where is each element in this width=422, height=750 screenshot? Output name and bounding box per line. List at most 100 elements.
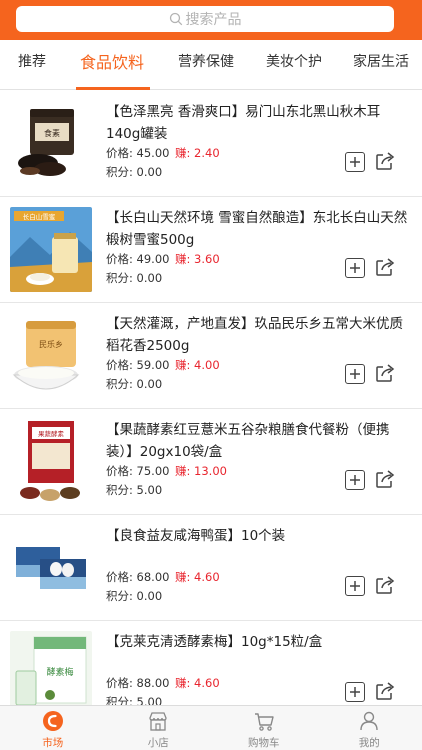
- product-points-row: 积分: 0.00: [106, 164, 162, 180]
- product-points: 0.00: [136, 271, 163, 285]
- product-earn-value: 4.00: [194, 358, 220, 372]
- product-title[interactable]: 【果蔬酵素红豆薏米五谷杂粮膳食代餐粉（便携装）】20gx10袋/盒: [106, 419, 412, 463]
- product-earn: 赚: 4.60: [175, 569, 220, 585]
- product-price: 68.00: [136, 570, 170, 584]
- add-to-cart-button[interactable]: [345, 152, 365, 172]
- product-thumb-text: 果蔬酵素: [38, 429, 65, 438]
- nav-cart[interactable]: 购物车: [211, 706, 317, 750]
- price-label: 价格:: [106, 252, 133, 266]
- product-points-row: 积分: 0.00: [106, 270, 162, 286]
- product-title[interactable]: 【长白山天然环境 雪蜜自然酿造】东北长白山天然椴树雪蜜500g: [106, 207, 412, 251]
- product-points: 5.00: [136, 483, 163, 497]
- product-points-row: 积分: 0.00: [106, 376, 162, 392]
- product-price: 88.00: [136, 676, 170, 690]
- product-thumb-text: 酵素梅: [46, 666, 73, 678]
- points-label: 积分:: [106, 483, 133, 497]
- tab-food-drink[interactable]: 食品饮料: [80, 40, 144, 89]
- product-title[interactable]: 【天然灌溉，产地直发】玖品民乐乡五常大米优质稻花香2500g: [106, 313, 412, 357]
- share-icon[interactable]: [374, 574, 396, 596]
- product-earn: 赚: 3.60: [175, 251, 220, 267]
- share-icon[interactable]: [374, 362, 396, 384]
- category-tabs: 推荐 食品饮料 营养保健 美妆个护 家居生活: [0, 40, 422, 90]
- header-bar: 搜索产品: [0, 0, 422, 40]
- product-title[interactable]: 【良食益友咸海鸭蛋】10个装: [106, 525, 412, 547]
- shop-icon: [149, 712, 167, 731]
- active-tab-indicator: [76, 87, 150, 90]
- product-item[interactable]: 长白山雪蜜 【长白山天然环境 雪蜜自然酿造】东北长白山天然椴树雪蜜500g 价格…: [0, 197, 422, 303]
- product-image: 酵素梅: [10, 631, 92, 705]
- earn-label: 赚:: [175, 676, 191, 690]
- product-price: 59.00: [136, 358, 170, 372]
- plus-icon: [350, 157, 360, 167]
- product-title[interactable]: 【克莱克清透酵素梅】10g*15粒/盒: [106, 631, 412, 653]
- product-thumb-text: 长白山雪蜜: [23, 212, 56, 221]
- product-item[interactable]: 酵素梅 【克莱克清透酵素梅】10g*15粒/盒 价格: 88.00 赚: 4.6…: [0, 621, 422, 705]
- product-title[interactable]: 【色泽黑亮 香滑爽口】易门山东北黑山秋木耳140g罐装: [106, 101, 412, 145]
- nav-label-mine: 我的: [358, 737, 380, 749]
- search-input[interactable]: 搜索产品: [16, 6, 394, 32]
- tab-recommend[interactable]: 推荐: [18, 40, 46, 89]
- product-points: 0.00: [136, 165, 163, 179]
- bottom-nav: 市场 小店 购物车 我的: [0, 705, 422, 750]
- search-placeholder: 搜索产品: [185, 12, 242, 28]
- product-thumb-text: 民乐乡: [39, 339, 63, 349]
- product-earn-value: 3.60: [194, 252, 220, 266]
- price-label: 价格:: [106, 464, 133, 478]
- plus-icon: [350, 687, 360, 697]
- cart-icon: [254, 713, 274, 731]
- product-points: 0.00: [136, 589, 163, 603]
- product-earn-value: 4.60: [194, 676, 220, 690]
- add-to-cart-button[interactable]: [345, 470, 365, 490]
- tab-beauty[interactable]: 美妆个护: [266, 40, 322, 89]
- product-price: 75.00: [136, 464, 170, 478]
- share-icon[interactable]: [374, 150, 396, 172]
- product-image: 长白山雪蜜: [10, 207, 92, 292]
- plus-icon: [350, 581, 360, 591]
- nav-label-cart: 购物车: [248, 737, 280, 749]
- product-thumb-text: 食素: [44, 128, 60, 138]
- product-price: 45.00: [136, 146, 170, 160]
- points-label: 积分:: [106, 377, 133, 391]
- earn-label: 赚:: [175, 146, 191, 160]
- nav-mine[interactable]: 我的: [317, 706, 422, 750]
- market-icon: [42, 711, 63, 731]
- product-earn: 赚: 4.00: [175, 357, 220, 373]
- points-label: 积分:: [106, 165, 133, 179]
- tab-home-living[interactable]: 家居生活: [353, 40, 409, 89]
- product-earn-value: 4.60: [194, 570, 220, 584]
- product-earn: 赚: 13.00: [175, 463, 227, 479]
- product-item[interactable]: 【良食益友咸海鸭蛋】10个装 价格: 68.00 赚: 4.60 积分: 0.0…: [0, 515, 422, 621]
- product-item[interactable]: 食素 【色泽黑亮 香滑爽口】易门山东北黑山秋木耳140g罐装 价格: 45.00…: [0, 91, 422, 197]
- add-to-cart-button[interactable]: [345, 364, 365, 384]
- product-item[interactable]: 民乐乡 【天然灌溉，产地直发】玖品民乐乡五常大米优质稻花香2500g 价格: 5…: [0, 303, 422, 409]
- price-label: 价格:: [106, 146, 133, 160]
- points-label: 积分:: [106, 695, 133, 705]
- product-points-row: 积分: 5.00: [106, 694, 162, 705]
- nav-shop[interactable]: 小店: [106, 706, 212, 750]
- add-to-cart-button[interactable]: [345, 258, 365, 278]
- nav-label-market: 市场: [42, 737, 64, 749]
- earn-label: 赚:: [175, 570, 191, 584]
- share-icon[interactable]: [374, 680, 396, 702]
- share-icon[interactable]: [374, 256, 396, 278]
- tab-nutrition[interactable]: 营养保健: [178, 40, 234, 89]
- earn-label: 赚:: [175, 252, 191, 266]
- plus-icon: [350, 263, 360, 273]
- product-image: 果蔬酵素: [10, 419, 92, 504]
- product-price-row: 价格: 49.00: [106, 251, 169, 267]
- nav-market[interactable]: 市场: [0, 706, 106, 750]
- earn-label: 赚:: [175, 464, 191, 478]
- points-label: 积分:: [106, 589, 133, 603]
- add-to-cart-button[interactable]: [345, 682, 365, 702]
- product-image: [10, 525, 92, 610]
- product-image: 食素: [10, 101, 92, 186]
- product-item[interactable]: 果蔬酵素 【果蔬酵素红豆薏米五谷杂粮膳食代餐粉（便携装）】20gx10袋/盒 价…: [0, 409, 422, 515]
- share-icon[interactable]: [374, 468, 396, 490]
- earn-label: 赚:: [175, 358, 191, 372]
- product-price-row: 价格: 88.00: [106, 675, 169, 691]
- product-earn-value: 2.40: [194, 146, 220, 160]
- nav-label-shop: 小店: [147, 737, 169, 749]
- product-points: 5.00: [136, 695, 163, 705]
- plus-icon: [350, 369, 360, 379]
- add-to-cart-button[interactable]: [345, 576, 365, 596]
